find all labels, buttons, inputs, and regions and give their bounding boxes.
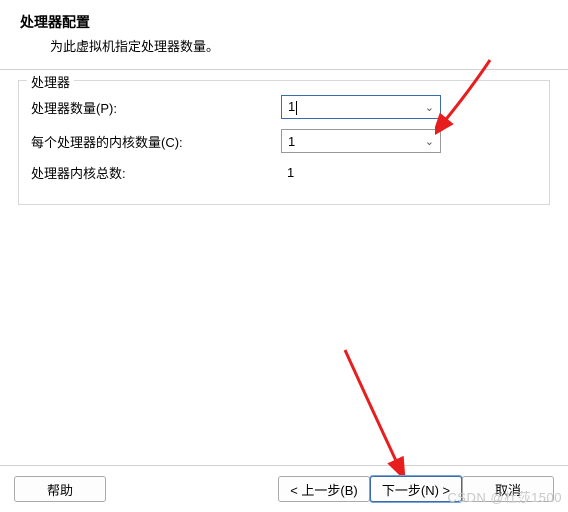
total-cores-value: 1 bbox=[281, 165, 294, 180]
page-title: 处理器配置 bbox=[20, 12, 548, 32]
help-button[interactable]: 帮助 bbox=[14, 476, 106, 502]
annotation-arrow-icon bbox=[340, 345, 410, 475]
cores-per-processor-label: 每个处理器的内核数量(C): bbox=[31, 132, 281, 151]
processor-count-label: 处理器数量(P): bbox=[31, 98, 281, 117]
watermark: CSDN @杜莎1500 bbox=[447, 487, 562, 506]
page-subtitle: 为此虚拟机指定处理器数量。 bbox=[50, 36, 548, 55]
cores-per-processor-value: 1 bbox=[288, 134, 425, 149]
cores-per-processor-select[interactable]: 1 ⌄ bbox=[281, 129, 441, 153]
processor-fieldset: 处理器 处理器数量(P): 1 ⌄ 每个处理器的内核数量(C): 1 ⌄ 处理器… bbox=[18, 80, 550, 205]
total-cores-label: 处理器内核总数: bbox=[31, 163, 281, 182]
chevron-down-icon: ⌄ bbox=[425, 135, 434, 148]
chevron-down-icon: ⌄ bbox=[425, 101, 434, 114]
processor-count-select[interactable]: 1 ⌄ bbox=[281, 95, 441, 119]
processor-count-value: 1 bbox=[288, 99, 425, 115]
back-button[interactable]: < 上一步(B) bbox=[278, 476, 370, 502]
fieldset-legend: 处理器 bbox=[27, 72, 74, 91]
